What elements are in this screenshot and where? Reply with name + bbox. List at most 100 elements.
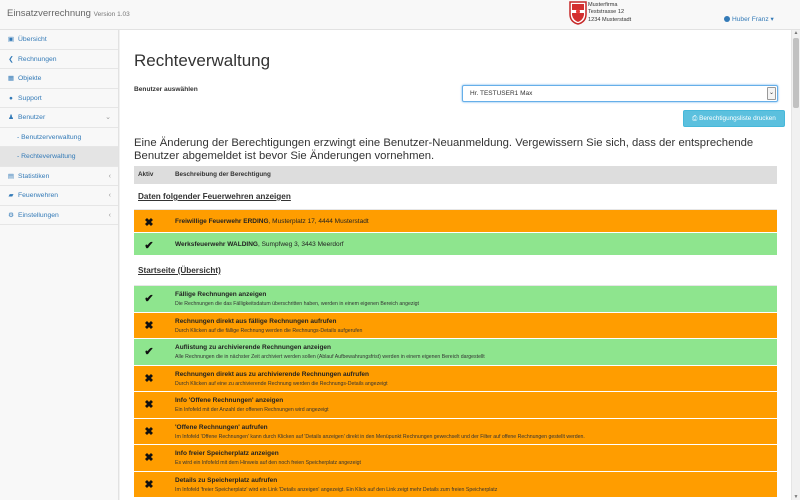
cross-icon[interactable]: ✖ [143,320,155,332]
permission-title: Info freier Speicherplatz anzeigen [175,450,279,457]
table-row[interactable]: ✖ Rechnungen direkt aus fällige Rechnung… [134,312,777,339]
company-line: 1234 Musterstadt [588,16,632,23]
chevron-left-icon: ❮ [8,55,14,63]
brigade-address: , Musterplatz 17, 4444 Musterstadt [268,218,369,225]
company-line: Musterfirma [588,2,618,8]
app-brand[interactable]: Einsatzverrechnung Version 1.03 [7,8,130,19]
sidebar-item-label: Einstellungen [18,211,59,219]
sidebar-item-label: Benutzer [18,114,46,121]
sidebar: ▣ Übersicht ❮ Rechnungen ▦ Objekte ● Support… [0,30,119,500]
permission-description: Ein Infofeld mit der Anzahl der offenen … [175,407,329,413]
table-row[interactable]: ✔ Werksfeuerwehr WALDING, Sumpfweg 3, 34… [134,233,777,256]
company-line: Teststrasse 12 [588,9,625,16]
sidebar-item-label: Rechnungen [18,55,57,63]
table-row[interactable]: ✖ Freiwillige Feuerwehr ERDING, Musterpl… [134,210,777,233]
cross-icon[interactable]: ✖ [143,426,155,438]
print-button-label: Berechtigungsliste drucken [699,115,776,122]
chevron-down-icon: ⌄ [767,87,776,100]
sidebar-item-feuerwehren[interactable]: ▰ Feuerwehren ‹ [0,186,118,206]
cross-icon[interactable]: ✖ [143,373,155,385]
permission-description: Durch Klicken auf eine zu archivierende … [175,380,388,387]
sidebar-item-benutzerverwaltung[interactable]: - Benutzerverwaltung [0,128,118,147]
sidebar-item-benutzer[interactable]: ♟ Benutzer ⌄ [0,108,118,128]
permissions-table: Aktiv Beschreibung der Berechtigung Date… [134,166,777,498]
sidebar-item-label: - Benutzerverwaltung [17,133,82,141]
chevron-down-icon: ⌄ [105,114,111,121]
table-row[interactable]: ✔ Auflistung zu archivierende Rechnungen… [134,339,777,366]
table-row[interactable]: ✖ 'Offene Rechnungen' aufrufen Im Infofe… [134,418,777,445]
permission-title: Auflistung zu archivierende Rechnungen a… [175,344,332,351]
section-header: Startseite (Übersicht) [134,256,777,286]
sidebar-item-objekte[interactable]: ▦ Objekte [0,69,118,89]
section-title: Startseite (Übersicht) [138,266,221,275]
check-icon[interactable]: ✔ [143,240,155,252]
users-icon: ♟ [8,114,14,121]
column-header-active: Aktiv [138,171,154,178]
permission-description: Im Infofeld 'Offene Rechnungen' kann dur… [175,433,585,440]
company-address: Musterfirma Teststrasse 12 1234 Musterst… [588,2,631,24]
permission-description: Alle Rechnungen die in nächster Zeit arc… [175,354,485,360]
sidebar-item-statistiken[interactable]: ▤ Statistiken ‹ [0,167,118,186]
company-crest-icon [569,1,587,25]
sidebar-item-uebersicht[interactable]: ▣ Übersicht [0,30,118,50]
user-menu[interactable]: Huber Franz ▾ [724,15,774,23]
permission-title: Details zu Speicherplatz aufrufen [175,476,278,484]
table-row[interactable]: ✖ Rechnungen direkt aus zu archivierende… [134,365,777,392]
building-icon: ▦ [7,75,15,82]
home-icon: ▣ [7,36,15,43]
check-icon[interactable]: ✔ [143,346,155,358]
user-name: Huber Franz [732,16,769,23]
print-permissions-button[interactable]: ⎙ Berechtigungsliste drucken [683,110,785,127]
page-scrollbar[interactable]: ▲ ▼ [791,30,800,500]
scroll-up-icon[interactable]: ▲ [793,30,799,36]
sidebar-item-label: Übersicht [18,36,47,43]
scroll-thumb[interactable] [793,38,799,108]
page-title: Rechteverwaltung [134,51,271,70]
permission-title: Fällige Rechnungen anzeigen [175,291,267,298]
caret-down-icon: ▾ [770,16,774,23]
brigade-name: Werksfeuerwehr WALDING [175,241,258,248]
sidebar-item-rechteverwaltung[interactable]: - Rechteverwaltung [0,147,118,167]
scroll-down-icon[interactable]: ▼ [793,494,799,500]
permission-title: Rechnungen direkt aus fällige Rechnungen… [175,317,337,325]
permission-description: Die Rechnungen die das Fälligkeitsdatum … [175,301,419,307]
permission-title: Rechnungen direkt aus zu archivierende R… [175,370,369,378]
cross-icon[interactable]: ✖ [143,479,155,491]
sidebar-item-label: Support [18,94,42,102]
table-row[interactable]: ✖ Info 'Offene Rechnungen' anzeigen Ein … [134,392,777,419]
section-header: Daten folgender Feuerwehren anzeigen [134,184,777,210]
chevron-left-icon: ‹ [108,211,111,219]
user-select[interactable]: Hr. TESTUSER1 Max ⌄ [462,85,778,102]
sidebar-item-label: Objekte [18,75,42,82]
cross-icon[interactable]: ✖ [143,452,155,464]
table-row[interactable]: ✔ Fällige Rechnungen anzeigen Die Rechnu… [134,286,777,313]
table-row[interactable]: ✖ Info freier Speicherplatz anzeigen Es … [134,445,777,472]
sidebar-item-label: Feuerwehren [18,192,59,199]
permission-description: Durch Klicken auf die fällige Rechnung w… [175,327,363,334]
brigade-name: Freiwillige Feuerwehr ERDING [175,218,269,225]
user-select-value: Hr. TESTUSER1 Max [470,90,533,97]
section-title: Daten folgender Feuerwehren anzeigen [138,192,291,201]
firetruck-icon: ▰ [8,192,14,199]
printer-icon: ⎙ [692,115,698,122]
main-content: Rechteverwaltung Benutzer auswählen Hr. … [120,30,791,500]
permission-title: Werksfeuerwehr WALDING, Sumpfweg 3, 3443… [175,241,344,248]
permission-description: Es wird ein Infofeld mit dem Hinweis auf… [175,460,361,466]
chevron-left-icon: ‹ [108,192,111,199]
permission-title: 'Offene Rechnungen' aufrufen [175,423,268,431]
column-header-description: Beschreibung der Berechtigung [175,171,271,178]
cross-icon[interactable]: ✖ [143,217,155,229]
sidebar-item-support[interactable]: ● Support [0,89,118,108]
sidebar-item-rechnungen[interactable]: ❮ Rechnungen [0,50,118,69]
gear-icon: ⚙ [8,211,14,219]
check-icon[interactable]: ✔ [143,293,155,305]
relogin-warning: Eine Änderung der Berechtigungen erzwing… [134,137,754,162]
app-name: Einsatzverrechnung [7,8,91,19]
cross-icon[interactable]: ✖ [143,399,155,411]
app-version: Version 1.03 [93,11,130,18]
user-icon [724,16,730,22]
sidebar-item-einstellungen[interactable]: ⚙ Einstellungen ‹ [0,206,118,225]
permission-title: Info 'Offene Rechnungen' anzeigen [175,397,284,404]
permission-description: Im Infofeld 'freier Speicherplatz' wird … [175,486,498,493]
table-row[interactable]: ✖ Details zu Speicherplatz aufrufen Im I… [134,471,777,498]
